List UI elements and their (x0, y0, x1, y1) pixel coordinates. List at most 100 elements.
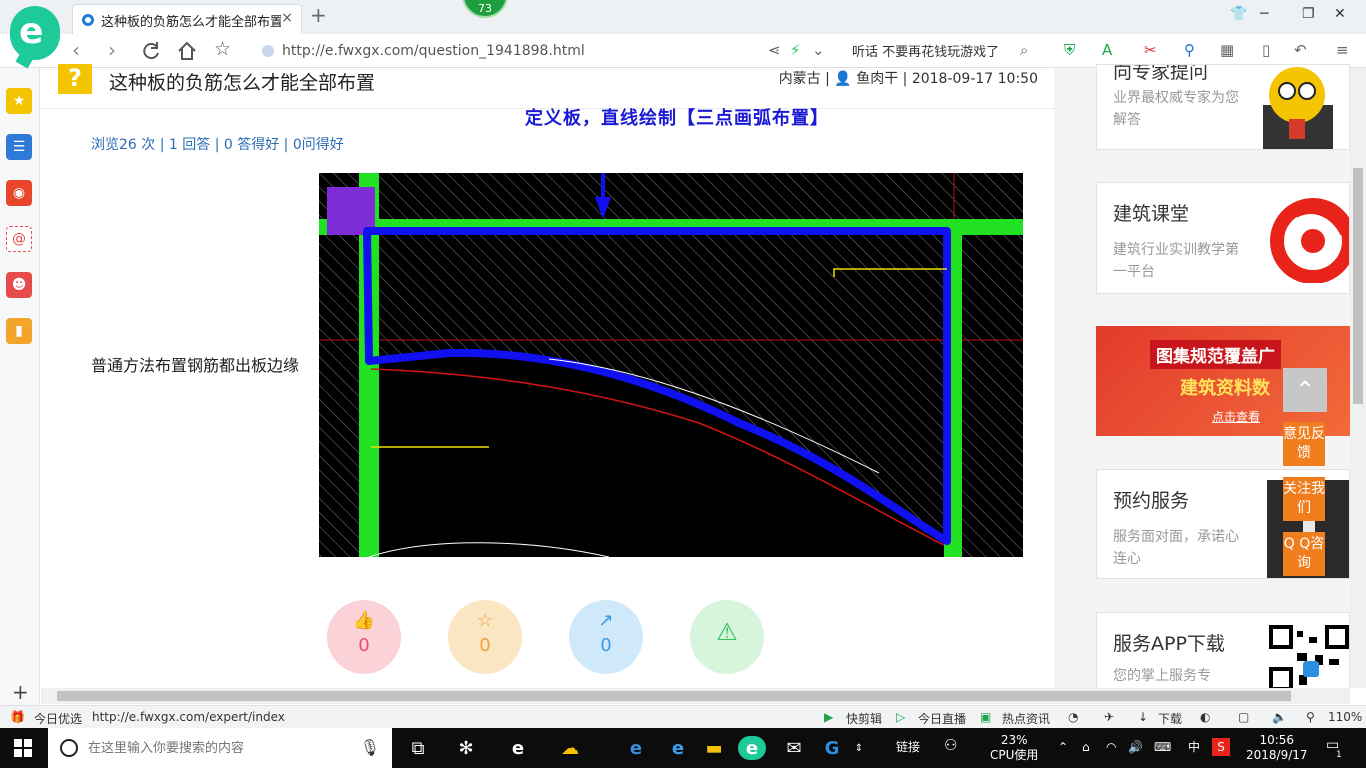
address-bar[interactable] (262, 40, 762, 62)
tab-close-icon[interactable]: × (281, 10, 293, 26)
menu-icon[interactable]: ≡ (1336, 41, 1349, 59)
status-item-news[interactable]: 热点资讯 (1002, 710, 1050, 727)
live-icon[interactable]: ▷ (896, 710, 905, 724)
home-icon[interactable] (176, 40, 198, 62)
task-view-icon[interactable]: ⧉ (404, 736, 432, 760)
notification-badge[interactable]: 73 (462, 0, 508, 18)
gift-icon[interactable]: 🎁 (10, 710, 25, 724)
zoom-level[interactable]: 110% (1328, 710, 1362, 724)
game-icon[interactable]: ☻ (6, 272, 32, 298)
scissors-icon[interactable]: ✂ (1144, 41, 1157, 59)
apps-icon[interactable]: ▦ (1220, 41, 1234, 59)
card-building-class[interactable]: 建筑课堂 建筑行业实训教学第一平台 (1096, 182, 1350, 294)
mail-icon[interactable]: ✉ (780, 736, 808, 760)
report-button[interactable]: ⚠ (690, 600, 764, 674)
taskbar-scroll-icon[interactable]: ⇕ (852, 736, 866, 760)
active-browser-icon[interactable]: e (738, 736, 766, 760)
maximize-button[interactable]: ❐ (1302, 6, 1315, 22)
people-icon[interactable]: ⚇ (944, 738, 957, 753)
tray-expand-icon[interactable]: ⌃ (1058, 740, 1068, 755)
card-app-download[interactable]: 服务APP下载 您的掌上服务专 (1096, 612, 1350, 692)
clip-icon[interactable]: ▶ (824, 710, 833, 724)
taskbar-search[interactable]: 🎙 (48, 728, 392, 768)
clock[interactable]: 10:56 2018/9/17 (1246, 733, 1308, 763)
horizontal-scroll-thumb[interactable] (57, 691, 1291, 701)
refresh-icon[interactable] (140, 40, 162, 62)
close-window-button[interactable]: ✕ (1334, 6, 1346, 22)
ie-icon[interactable]: e (664, 736, 692, 760)
taskbar-search-input[interactable] (88, 738, 358, 758)
back-icon[interactable]: ‹ (72, 38, 80, 62)
speed-icon[interactable]: ◐ (1200, 710, 1210, 724)
daily-picks-link[interactable]: 今日优选 (34, 710, 82, 727)
pin-icon[interactable]: ✈ (1104, 710, 1114, 724)
weibo-icon[interactable]: ◉ (6, 180, 32, 206)
favorite-star-icon[interactable]: ☆ (214, 38, 231, 60)
lightning-icon[interactable]: ⚡ (790, 41, 801, 59)
add-sidebar-icon[interactable]: + (12, 680, 29, 704)
tab-active[interactable]: 这种板的负筋怎么才能全部布置... × (72, 4, 302, 34)
links-toolbar[interactable]: 链接 (896, 740, 920, 755)
status-item-live[interactable]: 今日直播 (918, 710, 966, 727)
new-tab-button[interactable]: + (310, 3, 327, 27)
wifi-icon[interactable]: ◠ (1106, 740, 1116, 755)
vertical-scroll-thumb[interactable] (1353, 168, 1363, 404)
translate-icon[interactable]: A (1102, 41, 1112, 59)
feedback-button[interactable]: 意见反馈 (1283, 422, 1325, 466)
forward-icon[interactable]: › (108, 38, 116, 62)
magnifier-icon[interactable]: ⚲ (1184, 41, 1195, 59)
search-icon[interactable]: ⌕ (1020, 41, 1028, 59)
share-count: 0 (600, 635, 612, 656)
download-icon[interactable]: ↓ (1138, 710, 1148, 724)
sogou-icon[interactable]: S (1212, 738, 1230, 756)
undo-icon[interactable]: ↶ (1294, 41, 1307, 59)
favorites-icon[interactable]: ★ (6, 88, 32, 114)
browser-icon[interactable]: ◔ (1068, 710, 1078, 724)
edge-browser-icon[interactable]: e (622, 736, 650, 760)
shield-icon[interactable]: ⛨ (1064, 41, 1075, 59)
meta-user[interactable]: 鱼肉干 (856, 71, 898, 87)
horizontal-scrollbar[interactable] (41, 688, 1350, 704)
qr-code-icon[interactable] (1269, 625, 1349, 691)
keyboard-icon[interactable]: ⌨ (1154, 740, 1171, 755)
email-icon[interactable]: @ (6, 226, 32, 252)
shirt-icon[interactable]: 👕 (1230, 6, 1247, 22)
volume-icon[interactable]: 🔈 (1272, 710, 1287, 724)
notes-icon[interactable]: ▮ (6, 318, 32, 344)
follow-us-button[interactable]: 关注我们 (1283, 477, 1325, 521)
pinwheel-app-icon[interactable]: ✻ (452, 736, 480, 760)
building-class-logo-icon (1270, 198, 1349, 283)
url-input[interactable] (282, 40, 752, 62)
file-explorer-icon[interactable]: ▬ (700, 736, 728, 760)
microphone-icon[interactable]: 🎙 (360, 738, 380, 757)
share-icon[interactable]: ⋖ (768, 41, 781, 59)
chat-app-icon[interactable]: ☁ (556, 736, 584, 760)
banner-link[interactable]: 点击查看 (1212, 408, 1260, 425)
back-to-top-button[interactable]: ⌃ (1283, 368, 1327, 412)
cpu-meter[interactable]: 23% CPU使用 (990, 733, 1038, 763)
star-button[interactable]: ☆ 0 (448, 600, 522, 674)
g-app-icon[interactable]: G (818, 736, 846, 760)
hot-news-icon[interactable]: ▣ (980, 710, 991, 724)
vertical-scrollbar[interactable] (1350, 68, 1366, 688)
news-icon[interactable]: ☰ (6, 134, 32, 160)
speaker-icon[interactable]: 🔊 (1128, 740, 1143, 755)
dropdown-icon[interactable]: ⌄ (812, 41, 825, 59)
browser-logo-icon[interactable]: e (10, 6, 60, 60)
cad-screenshot-image[interactable] (319, 173, 1023, 557)
card-ask-expert[interactable]: 向专家提问 业界最权威专家为您解答 (1096, 64, 1350, 150)
network-icon[interactable]: ⌂ (1082, 740, 1090, 755)
reader-icon[interactable]: ▯ (1262, 41, 1270, 59)
share-button[interactable]: ↗ 0 (569, 600, 643, 674)
window-icon[interactable]: ▢ (1238, 710, 1249, 724)
search-hint[interactable]: 听话 不要再花钱玩游戏了 (852, 41, 999, 60)
like-button[interactable]: 👍 0 (327, 600, 401, 674)
windows-start-icon[interactable] (14, 739, 32, 757)
qq-consult-button[interactable]: Q Q咨询 (1283, 532, 1325, 576)
status-item-clip[interactable]: 快剪辑 (846, 710, 882, 727)
status-item-download[interactable]: 下载 (1158, 710, 1182, 727)
ime-indicator[interactable]: 中 (1188, 740, 1200, 755)
zoom-icon[interactable]: ⚲ (1306, 710, 1315, 724)
edge-icon[interactable]: e (504, 736, 532, 760)
minimize-button[interactable]: ─ (1260, 6, 1268, 22)
